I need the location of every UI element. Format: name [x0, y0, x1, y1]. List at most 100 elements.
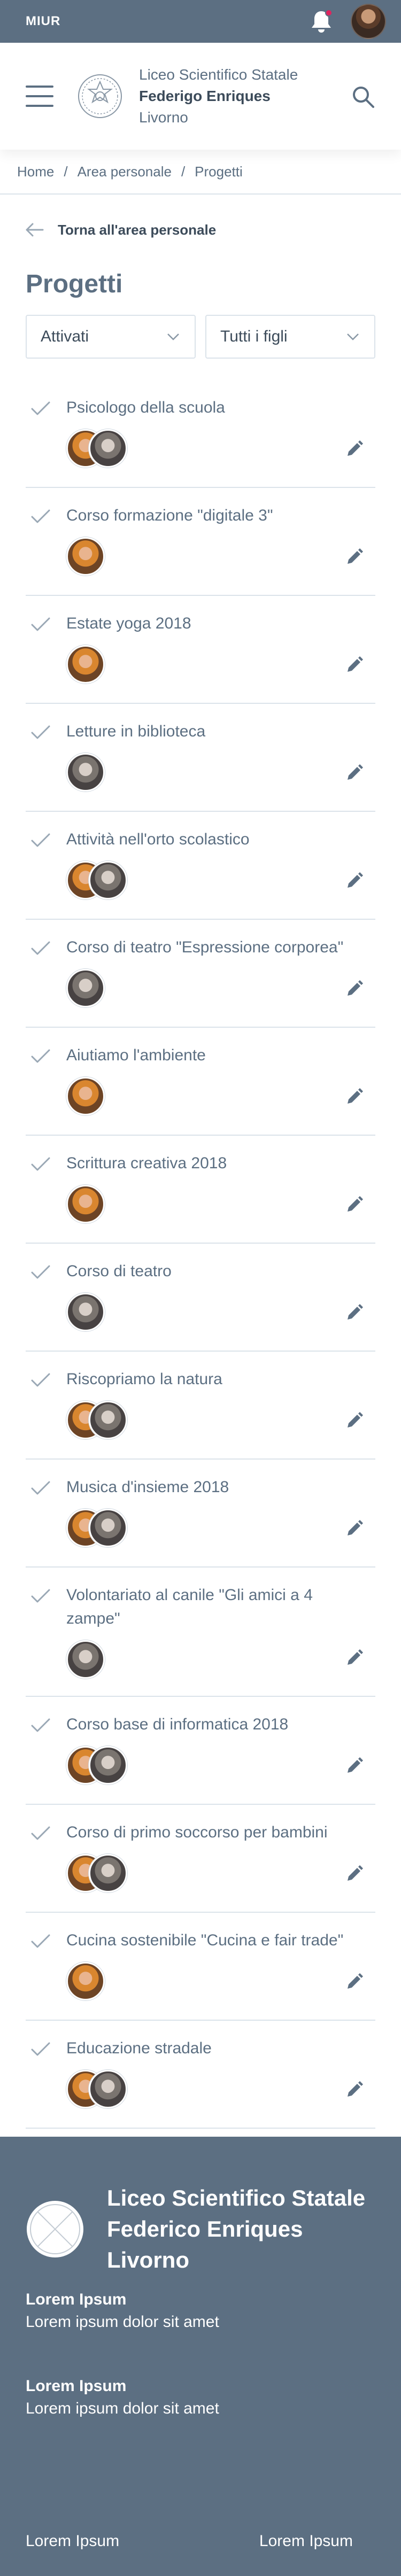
- project-title[interactable]: Volontariato al canile "Gli amici a 4 za…: [66, 1584, 344, 1631]
- check-icon: [31, 941, 50, 955]
- footer: Liceo Scientifico Statale Federico Enriq…: [0, 2137, 401, 2576]
- school-name: Federigo Enriques: [139, 88, 271, 104]
- project-item[interactable]: Corso di teatro "Espressione corporea": [26, 920, 375, 1028]
- arrow-left-icon: [26, 223, 44, 237]
- project-title-row: Aiutiamo l'ambiente: [26, 1044, 375, 1067]
- project-item[interactable]: Musica d'insieme 2018: [26, 1460, 375, 1568]
- project-title[interactable]: Riscopriamo la natura: [66, 1368, 222, 1391]
- project-item[interactable]: Corso di teatro: [26, 1244, 375, 1352]
- project-title[interactable]: Educazione stradale: [66, 2037, 212, 2060]
- project-avatars: [66, 1746, 375, 1784]
- project-title[interactable]: Scrittura creativa 2018: [66, 1152, 227, 1175]
- pencil-icon[interactable]: [345, 872, 364, 890]
- child-avatar: [66, 1962, 105, 2000]
- project-title[interactable]: Aiutiamo l'ambiente: [66, 1044, 206, 1067]
- project-title[interactable]: Cucina sostenibile "Cucina e fair trade": [66, 1929, 343, 1952]
- project-avatars: [66, 1854, 375, 1892]
- project-item[interactable]: Letture in biblioteca: [26, 704, 375, 812]
- project-title[interactable]: Corso di teatro "Espressione corporea": [66, 936, 343, 959]
- notification-badge: [325, 9, 333, 17]
- project-title[interactable]: Corso di teatro: [66, 1260, 172, 1283]
- pencil-icon[interactable]: [345, 1519, 364, 1538]
- child-avatar: [89, 1509, 127, 1547]
- project-title[interactable]: Corso di primo soccorso per bambini: [66, 1821, 328, 1844]
- school-title[interactable]: Liceo Scientifico Statale Federigo Enriq…: [139, 64, 298, 128]
- pencil-icon[interactable]: [345, 1649, 364, 1667]
- project-avatars: [66, 1077, 375, 1115]
- project-title-row: Corso di primo soccorso per bambini: [26, 1821, 375, 1844]
- hamburger-icon[interactable]: [26, 86, 53, 107]
- back-link-label: Torna all'area personale: [58, 221, 217, 238]
- check-icon: [31, 2042, 50, 2056]
- child-avatar: [66, 1077, 105, 1115]
- pencil-icon[interactable]: [345, 548, 364, 566]
- breadcrumb: Home / Area personale / Progetti: [0, 150, 401, 195]
- pencil-icon[interactable]: [345, 1757, 364, 1775]
- breadcrumb-progetti: Progetti: [195, 163, 243, 180]
- pencil-icon[interactable]: [345, 1865, 364, 1883]
- school-city: Livorno: [139, 109, 188, 126]
- project-title[interactable]: Corso base di informatica 2018: [66, 1713, 288, 1736]
- project-item[interactable]: Attività nell'orto scolastico: [26, 812, 375, 920]
- footer-block-text: Lorem ipsum dolor sit amet: [26, 2400, 219, 2417]
- project-title[interactable]: Attività nell'orto scolastico: [66, 828, 250, 851]
- child-avatar: [89, 429, 127, 468]
- pencil-icon[interactable]: [345, 1411, 364, 1430]
- pencil-icon[interactable]: [345, 440, 364, 458]
- school-line1: Liceo Scientifico Statale: [139, 66, 298, 83]
- project-item[interactable]: Riscopriamo la natura: [26, 1352, 375, 1460]
- pencil-icon[interactable]: [345, 764, 364, 782]
- check-icon: [31, 1481, 50, 1495]
- project-item[interactable]: Corso base di informatica 2018: [26, 1697, 375, 1805]
- chevron-down-icon: [347, 333, 359, 340]
- pencil-icon[interactable]: [345, 1088, 364, 1106]
- status-filter-select[interactable]: Attivati: [26, 315, 196, 359]
- project-title[interactable]: Psicologo della scuola: [66, 396, 225, 420]
- project-title[interactable]: Estate yoga 2018: [66, 612, 191, 635]
- brand-label[interactable]: MIUR: [26, 14, 60, 29]
- child-avatar: [89, 1401, 127, 1439]
- pencil-icon[interactable]: [345, 2081, 364, 2099]
- project-item[interactable]: Educazione stradale: [26, 2021, 375, 2129]
- project-item[interactable]: Cucina sostenibile "Cucina e fair trade": [26, 1913, 375, 2021]
- child-avatar: [89, 1746, 127, 1784]
- project-item[interactable]: Corso di primo soccorso per bambini: [26, 1805, 375, 1913]
- project-avatars: [66, 753, 375, 792]
- notifications-button[interactable]: [309, 8, 334, 35]
- back-link[interactable]: Torna all'area personale: [0, 213, 401, 247]
- pencil-icon[interactable]: [345, 980, 364, 998]
- project-item[interactable]: Estate yoga 2018: [26, 596, 375, 704]
- footer-block: Lorem Ipsum Lorem ipsum dolor sit amet: [0, 2375, 401, 2420]
- pencil-icon[interactable]: [345, 656, 364, 674]
- project-title-row: Cucina sostenibile "Cucina e fair trade": [26, 1929, 375, 1952]
- footer-link-left[interactable]: Lorem Ipsum: [26, 2532, 119, 2550]
- pencil-icon[interactable]: [345, 1196, 364, 1214]
- project-item[interactable]: Aiutiamo l'ambiente: [26, 1028, 375, 1136]
- pencil-icon[interactable]: [345, 1303, 364, 1322]
- children-filter-value: Tutti i figli: [220, 328, 288, 345]
- project-avatars: [66, 1640, 375, 1679]
- project-item[interactable]: Psicologo della scuola: [26, 380, 375, 488]
- chevron-down-icon: [167, 333, 179, 340]
- project-title[interactable]: Letture in biblioteca: [66, 720, 205, 743]
- child-avatar: [66, 1640, 105, 1679]
- breadcrumb-area-personale[interactable]: Area personale: [78, 164, 172, 180]
- footer-header: Liceo Scientifico Statale Federico Enriq…: [0, 2137, 401, 2276]
- project-item[interactable]: Volontariato al canile "Gli amici a 4 za…: [26, 1568, 375, 1697]
- children-filter-select[interactable]: Tutti i figli: [205, 315, 375, 359]
- project-avatars: [66, 645, 375, 684]
- user-avatar[interactable]: [351, 4, 386, 39]
- breadcrumb-home[interactable]: Home: [17, 164, 54, 180]
- project-title[interactable]: Musica d'insieme 2018: [66, 1476, 229, 1499]
- check-icon: [31, 1265, 50, 1279]
- search-icon[interactable]: [351, 84, 375, 109]
- top-bar: MIUR: [0, 0, 401, 43]
- project-avatars: [66, 969, 375, 1007]
- check-icon: [31, 509, 50, 523]
- project-title[interactable]: Corso formazione "digitale 3": [66, 504, 273, 527]
- project-item[interactable]: Scrittura creativa 2018: [26, 1136, 375, 1244]
- project-avatars: [66, 1293, 375, 1331]
- footer-link-right[interactable]: Lorem Ipsum: [259, 2532, 353, 2550]
- pencil-icon[interactable]: [345, 1973, 364, 1991]
- project-item[interactable]: Corso formazione "digitale 3": [26, 488, 375, 596]
